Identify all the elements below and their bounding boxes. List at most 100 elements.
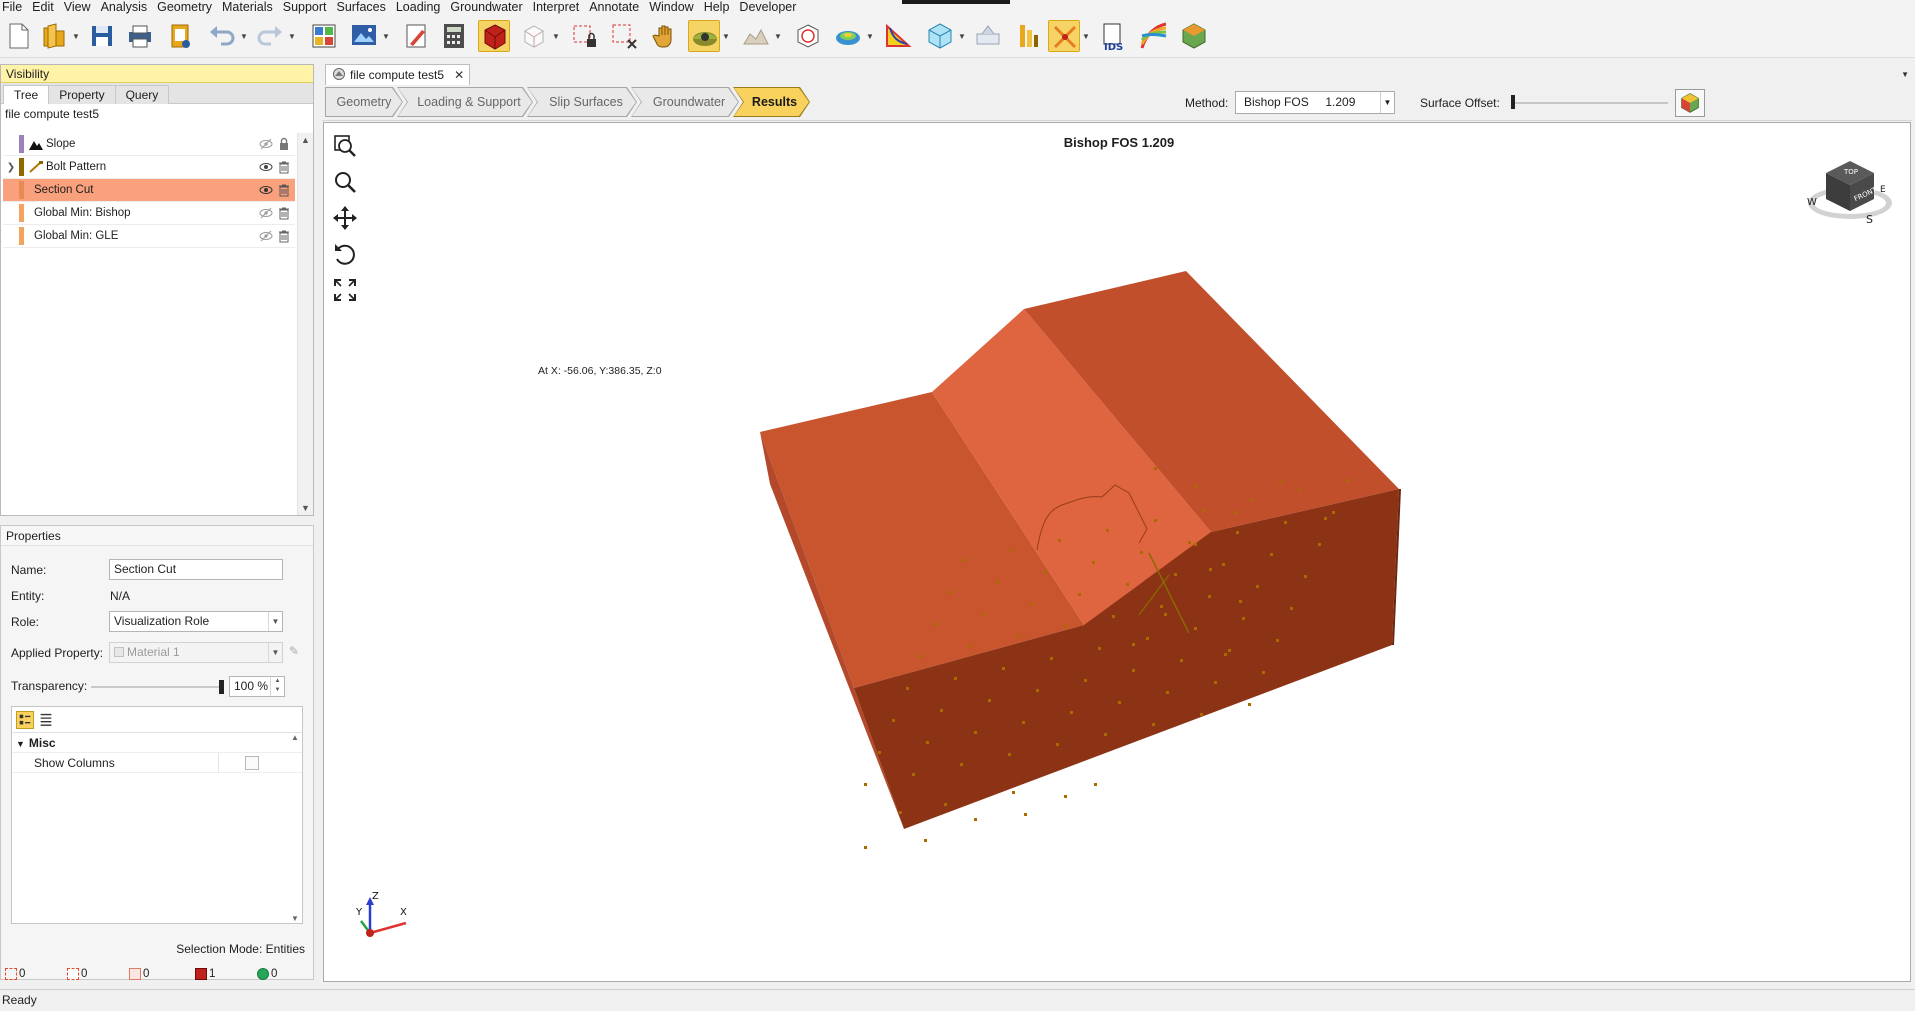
eye-icon[interactable]: [259, 160, 273, 174]
tab-groundwater[interactable]: Groundwater: [632, 88, 738, 116]
collapse-icon[interactable]: ▼: [16, 739, 25, 749]
visibility-eye-icon[interactable]: [688, 20, 720, 52]
menu-geometry[interactable]: Geometry: [152, 0, 217, 14]
expand-chevron-icon[interactable]: ❯: [3, 162, 19, 173]
lock-icon[interactable]: [277, 137, 291, 151]
export-icon[interactable]: [164, 20, 196, 52]
delete-icon[interactable]: [277, 229, 291, 243]
menu-help[interactable]: Help: [699, 0, 735, 14]
mesh-cube-icon[interactable]: [924, 20, 956, 52]
pan-hand-icon[interactable]: [650, 20, 682, 52]
count-objects[interactable]: 0: [253, 966, 315, 981]
spin-arrows-icon[interactable]: ▲ ▼: [270, 677, 284, 696]
new-file-icon[interactable]: [2, 20, 34, 52]
visibility-dropdown-icon[interactable]: ▼: [722, 32, 730, 41]
tab-query[interactable]: Query: [114, 85, 170, 104]
print-icon[interactable]: [124, 20, 156, 52]
solid-view-icon[interactable]: [478, 20, 510, 52]
menu-analysis[interactable]: Analysis: [96, 0, 153, 14]
slope-model[interactable]: [324, 123, 1912, 983]
transparency-spinbox[interactable]: 100 % ▲ ▼: [229, 676, 285, 697]
document-list-dropdown-icon[interactable]: ▼: [1901, 70, 1909, 79]
navigation-cube[interactable]: TOP FRONT E W S: [1802, 151, 1892, 231]
delete-icon[interactable]: [277, 183, 291, 197]
property-grid-scrollbar[interactable]: ▲ ▼: [288, 733, 302, 923]
tab-property[interactable]: Property: [48, 85, 116, 104]
eye-icon[interactable]: [259, 183, 273, 197]
scroll-up-icon[interactable]: ▲: [301, 135, 310, 145]
lock-select-icon[interactable]: [568, 20, 600, 52]
applied-property-select[interactable]: Material 1 ▼: [109, 642, 283, 663]
tree-item-bolt-pattern[interactable]: ❯ Bolt Pattern: [3, 156, 295, 179]
transparency-slider-thumb[interactable]: [219, 680, 224, 694]
tab-results[interactable]: Results: [734, 88, 809, 116]
delete-icon[interactable]: [277, 160, 291, 174]
deselect-icon[interactable]: [608, 20, 640, 52]
scroll-down-icon[interactable]: ▼: [301, 503, 310, 513]
name-field[interactable]: Section Cut: [109, 559, 283, 580]
count-edges[interactable]: 0: [63, 966, 125, 981]
open-folder-icon[interactable]: [38, 20, 70, 52]
intersect-dropdown-icon[interactable]: ▼: [1082, 32, 1090, 41]
scroll-down-icon[interactable]: ▼: [291, 914, 299, 923]
section-cube-icon[interactable]: [792, 20, 824, 52]
menu-interpret[interactable]: Interpret: [528, 0, 585, 14]
undo-icon[interactable]: [206, 20, 238, 52]
undo-dropdown-icon[interactable]: ▼: [240, 32, 248, 41]
count-faces[interactable]: 0: [125, 966, 187, 981]
tab-tree[interactable]: Tree: [3, 85, 50, 104]
view-mode-dropdown-icon[interactable]: ▼: [552, 32, 560, 41]
edit-geometry-icon[interactable]: [400, 20, 432, 52]
chevron-down-icon[interactable]: ▼: [268, 643, 282, 662]
chevron-down-icon[interactable]: ▼: [1380, 92, 1394, 113]
material-color-button[interactable]: [1675, 89, 1705, 117]
bolt-support-icon[interactable]: [1012, 20, 1044, 52]
category-misc[interactable]: ▼ Misc: [12, 733, 302, 753]
slip-surface-icon[interactable]: [882, 20, 914, 52]
menu-surfaces[interactable]: Surfaces: [332, 0, 391, 14]
calculator-icon[interactable]: [438, 20, 470, 52]
menu-loading[interactable]: Loading: [391, 0, 446, 14]
count-solids[interactable]: 1: [191, 966, 253, 981]
3d-viewport[interactable]: Bishop FOS 1.209 At X: -56.06, Y:386.35,…: [323, 122, 1911, 982]
close-icon[interactable]: ✕: [454, 68, 464, 82]
tab-slip-surfaces[interactable]: Slip Surfaces: [528, 88, 636, 116]
tree-item-global-min-gle[interactable]: Global Min: GLE: [3, 225, 295, 248]
redo-dropdown-icon[interactable]: ▼: [288, 32, 296, 41]
count-vertices[interactable]: 0: [1, 966, 63, 981]
pencil-icon[interactable]: ✎: [289, 644, 299, 658]
layout-grid-icon[interactable]: [308, 20, 340, 52]
tree-item-slope[interactable]: Slope: [3, 133, 295, 156]
tree-scrollbar[interactable]: ▲ ▼: [297, 133, 313, 515]
mesh-dropdown-icon[interactable]: ▼: [958, 32, 966, 41]
surface-offset-slider[interactable]: [1512, 102, 1668, 104]
ids-info-icon[interactable]: IDS: [1098, 20, 1130, 52]
hidden-eye-icon[interactable]: [259, 137, 273, 151]
role-select[interactable]: Visualization Role ▼: [109, 611, 283, 632]
scroll-up-icon[interactable]: ▲: [291, 733, 299, 742]
menu-edit[interactable]: Edit: [27, 0, 59, 14]
tab-loading-support[interactable]: Loading & Support: [398, 88, 532, 116]
menu-file[interactable]: File: [0, 0, 27, 14]
intersect-icon[interactable]: [1048, 20, 1080, 52]
method-select[interactable]: Bishop FOS 1.209 ▼: [1235, 91, 1395, 114]
contour-dropdown-icon[interactable]: ▼: [866, 32, 874, 41]
image-view-icon[interactable]: [348, 20, 380, 52]
menu-annotate[interactable]: Annotate: [584, 0, 644, 14]
menu-materials[interactable]: Materials: [217, 0, 278, 14]
redo-icon[interactable]: [254, 20, 286, 52]
menu-support[interactable]: Support: [278, 0, 332, 14]
contour-surface-icon[interactable]: [832, 20, 864, 52]
menu-groundwater[interactable]: Groundwater: [445, 0, 527, 14]
terrain-icon[interactable]: [740, 20, 772, 52]
spectrum-contours-icon[interactable]: [1138, 20, 1170, 52]
hidden-eye-icon[interactable]: [259, 229, 273, 243]
tab-geometry[interactable]: Geometry: [326, 88, 402, 116]
menu-view[interactable]: View: [59, 0, 96, 14]
document-tab[interactable]: file compute test5 ✕: [325, 64, 470, 85]
open-dropdown-icon[interactable]: ▼: [72, 32, 80, 41]
query-point-icon[interactable]: [972, 20, 1004, 52]
tree-item-section-cut[interactable]: Section Cut: [3, 179, 295, 202]
terrain-dropdown-icon[interactable]: ▼: [774, 32, 782, 41]
chevron-down-icon[interactable]: ▼: [268, 612, 282, 631]
